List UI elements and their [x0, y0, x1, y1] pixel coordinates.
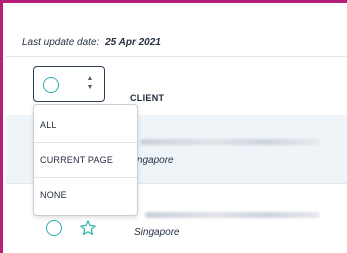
last-update-label: Last update date: [22, 37, 100, 48]
header-divider [6, 56, 347, 57]
sort-arrows-icon[interactable]: ▲ ▼ [85, 74, 95, 94]
select-options-menu: ALL CURRENT PAGE NONE [33, 104, 138, 216]
menu-item-none[interactable]: NONE [34, 178, 137, 212]
radio-circle-icon[interactable] [43, 77, 59, 93]
client-location: Singapore [134, 227, 180, 238]
last-update-date: 25 Apr 2021 [105, 37, 161, 48]
redacted-client-name [140, 139, 320, 145]
redacted-client-name [145, 212, 320, 218]
select-all-control[interactable]: ▲ ▼ [33, 66, 105, 102]
star-icon[interactable] [79, 219, 97, 237]
last-update-info: Last update date: 25 Apr 2021 [22, 37, 161, 48]
menu-item-current-page[interactable]: CURRENT PAGE [34, 143, 137, 177]
column-header-client[interactable]: CLIENT [130, 93, 164, 103]
row-select-radio-icon[interactable] [46, 220, 62, 236]
menu-item-all[interactable]: ALL [34, 108, 137, 142]
